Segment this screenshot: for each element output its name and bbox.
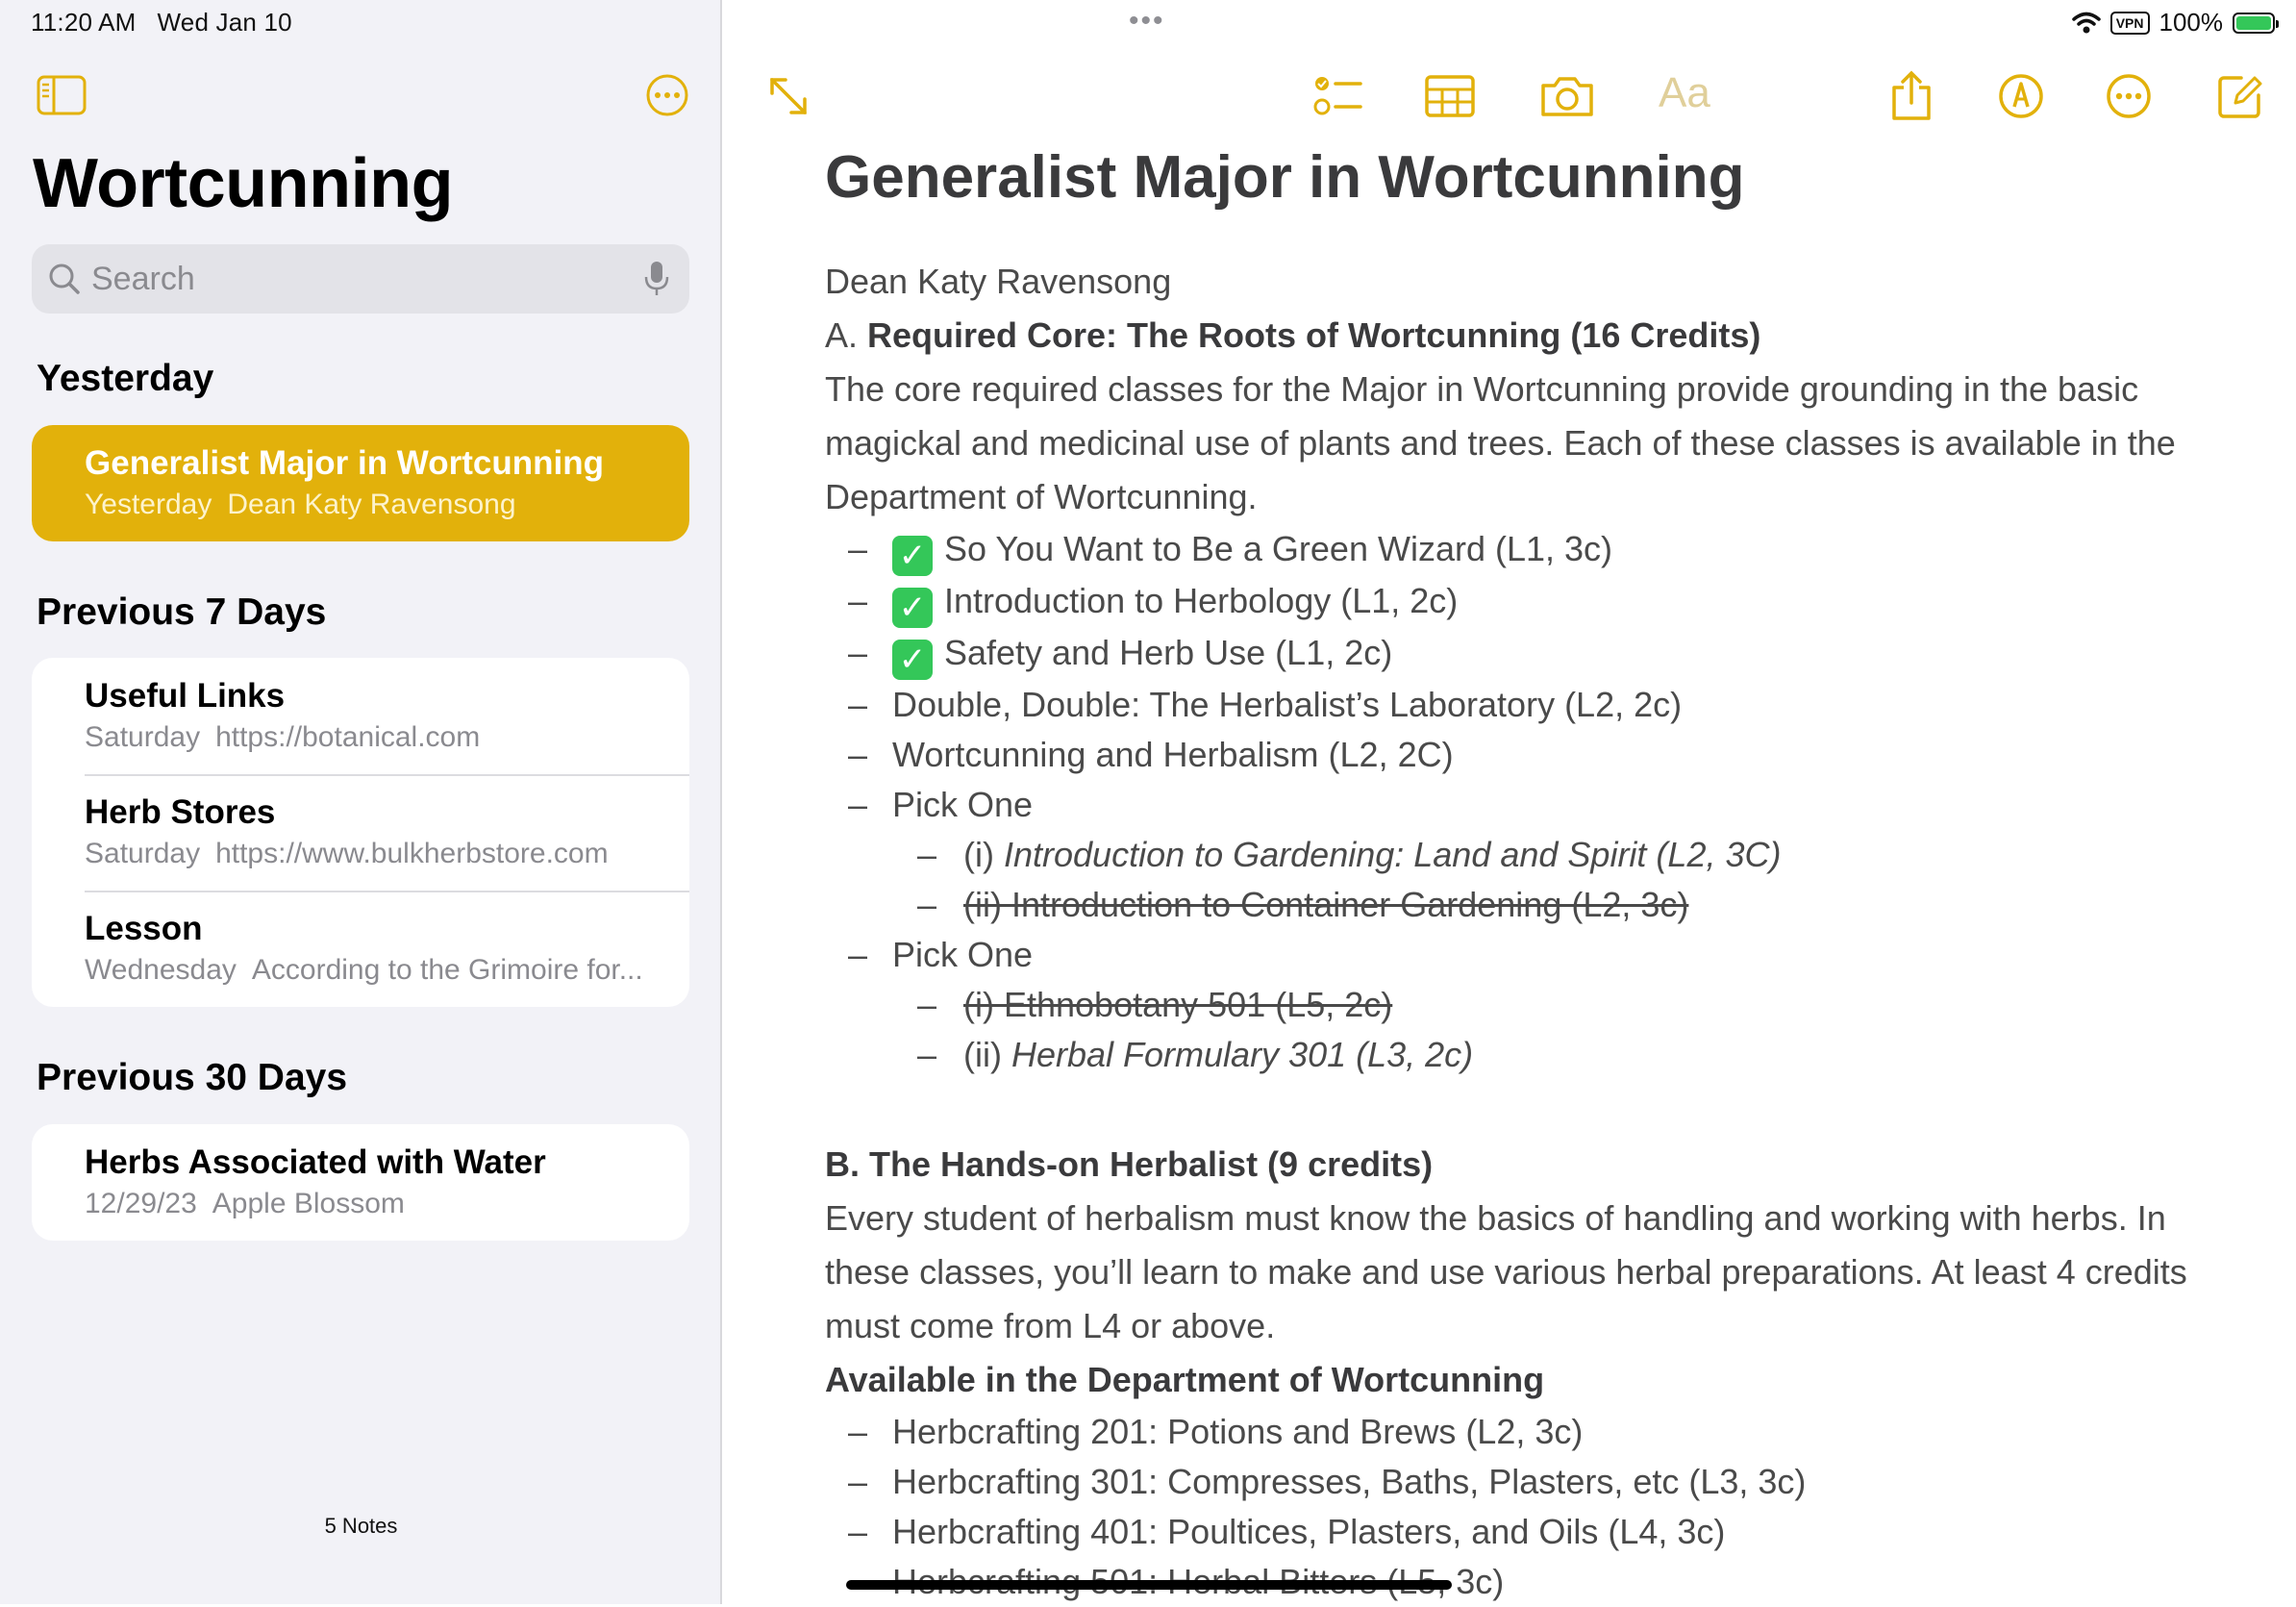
list-item: – Herbcrafting 301: Compresses, Baths, Pl… [848, 1462, 1807, 1501]
sub-list-item-struck: – (ii) Introduction to Container Gardenin… [917, 885, 1689, 924]
note-item-herbs-associated-with-water[interactable]: Herbs Associated with Water 12/29/23 Appl… [32, 1124, 689, 1241]
camera-icon[interactable] [1538, 67, 1596, 125]
sub-list-item-struck: – (i) Ethnobotany 501 (L5, 2c) [917, 985, 1393, 1024]
note-title: Herb Stores [85, 793, 276, 831]
list-item-pick-one: – Pick One [848, 785, 1034, 824]
status-bar-left: 11:20 AM Wed Jan 10 [31, 8, 313, 38]
home-indicator[interactable] [846, 1580, 1452, 1590]
vpn-badge: VPN [2109, 11, 2150, 35]
list-item-checked: – ✓ So You Want to Be a Green Wizard (L1, … [848, 529, 1613, 576]
section-a-heading: A. Required Core: The Roots of Wortcunni… [825, 315, 1761, 355]
section-header-yesterday: Yesterday [37, 358, 214, 399]
note-list-previous-30-days: Herbs Associated with Water 12/29/23 Appl… [32, 1124, 689, 1241]
search-icon [47, 262, 82, 296]
note-title-heading: Generalist Major in Wortcunning [825, 144, 1745, 211]
section-a-body: The core required classes for the Major … [825, 369, 2176, 516]
note-item-useful-links[interactable]: Useful Links Saturday https://botanical.c… [32, 658, 689, 774]
search-field[interactable]: Search [32, 244, 689, 314]
note-meta: Saturday https://www.bulkherbstore.com [85, 838, 609, 869]
note-title: Herbs Associated with Water [85, 1143, 546, 1181]
sub-list-item: – (ii) Herbal Formulary 301 (L3, 2c) [917, 1035, 1474, 1074]
note-title: Lesson [85, 910, 203, 947]
checkmark-icon: ✓ [892, 536, 933, 576]
note-meta: 12/29/23 Apple Blossom [85, 1188, 405, 1219]
sub-list-item: – (i) Introduction to Gardening: Land and… [917, 835, 1782, 874]
note-more-options-icon[interactable] [2100, 67, 2158, 125]
list-item: – Wortcunning and Herbalism (L2, 2C) [848, 735, 1454, 774]
notes-count: 5 Notes [324, 1514, 398, 1538]
note-title: Generalist Major in Wortcunning [85, 444, 604, 482]
table-icon[interactable] [1421, 67, 1479, 125]
list-item-checked: – ✓ Safety and Herb Use (L1, 2c) [848, 633, 1393, 680]
list-item-checked: – ✓ Introduction to Herbology (L1, 2c) [848, 581, 1459, 628]
folder-title: Wortcunning [33, 145, 454, 222]
section-b-body: Every student of herbalism must know the… [825, 1198, 2187, 1345]
battery-percent: 100% [2159, 8, 2224, 37]
note-title: Useful Links [85, 677, 286, 715]
section-header-previous-7-days: Previous 7 Days [37, 591, 327, 633]
compose-icon[interactable] [2211, 67, 2269, 125]
note-meta: Yesterday Dean Katy Ravensong [85, 489, 516, 520]
note-author: Dean Katy Ravensong [825, 262, 1172, 301]
note-editor[interactable]: Generalist Major in Wortcunning Dean Kat… [825, 139, 2238, 1607]
checkmark-icon: ✓ [892, 640, 933, 680]
microphone-icon[interactable] [643, 260, 670, 298]
checkmark-icon: ✓ [892, 588, 933, 628]
note-list-yesterday: Generalist Major in Wortcunning Yesterda… [32, 425, 689, 541]
sidebar: Wortcunning Search Yesterday Generalist … [0, 0, 722, 1604]
note-meta: Saturday https://botanical.com [85, 721, 481, 753]
text-format-button[interactable]: Aa [1659, 69, 1710, 117]
note-list-previous-7-days: Useful Links Saturday https://botanical.c… [32, 658, 689, 1007]
battery-icon [2233, 12, 2279, 34]
wifi-icon [2071, 12, 2101, 35]
search-placeholder: Search [91, 260, 195, 297]
list-item: – Herbcrafting 201: Potions and Brews (L2… [848, 1412, 1584, 1451]
list-item-pick-one: – Pick One [848, 935, 1034, 974]
expand-icon[interactable] [760, 67, 817, 125]
checklist-icon[interactable] [1310, 67, 1367, 125]
section-header-previous-30-days: Previous 30 Days [37, 1057, 348, 1098]
share-icon[interactable] [1883, 67, 1940, 125]
status-date: Wed Jan 10 [157, 8, 292, 37]
more-options-icon[interactable] [643, 71, 691, 119]
markup-pen-icon[interactable] [1992, 67, 2050, 125]
available-heading: Available in the Department of Wortcunni… [825, 1360, 1545, 1399]
note-meta: Wednesday According to the Grimoire for..… [85, 954, 643, 986]
list-item: – Herbcrafting 401: Poultices, Plasters, … [848, 1512, 1726, 1551]
multitasking-handle-icon[interactable]: ••• [1129, 7, 1165, 36]
sidebar-toggle-icon[interactable] [35, 71, 88, 119]
status-bar-right: VPN 100% [2071, 8, 2279, 38]
note-item-herb-stores[interactable]: Herb Stores Saturday https://www.bulkherb… [32, 774, 689, 891]
list-item: – Double, Double: The Herbalist’s Laborat… [848, 685, 1683, 724]
section-b-heading: B. The Hands-on Herbalist (9 credits) [825, 1144, 1434, 1184]
status-time: 11:20 AM [31, 8, 137, 37]
note-item-generalist-major[interactable]: Generalist Major in Wortcunning Yesterda… [32, 425, 689, 541]
note-item-lesson[interactable]: Lesson Wednesday According to the Grimoir… [32, 891, 689, 1007]
